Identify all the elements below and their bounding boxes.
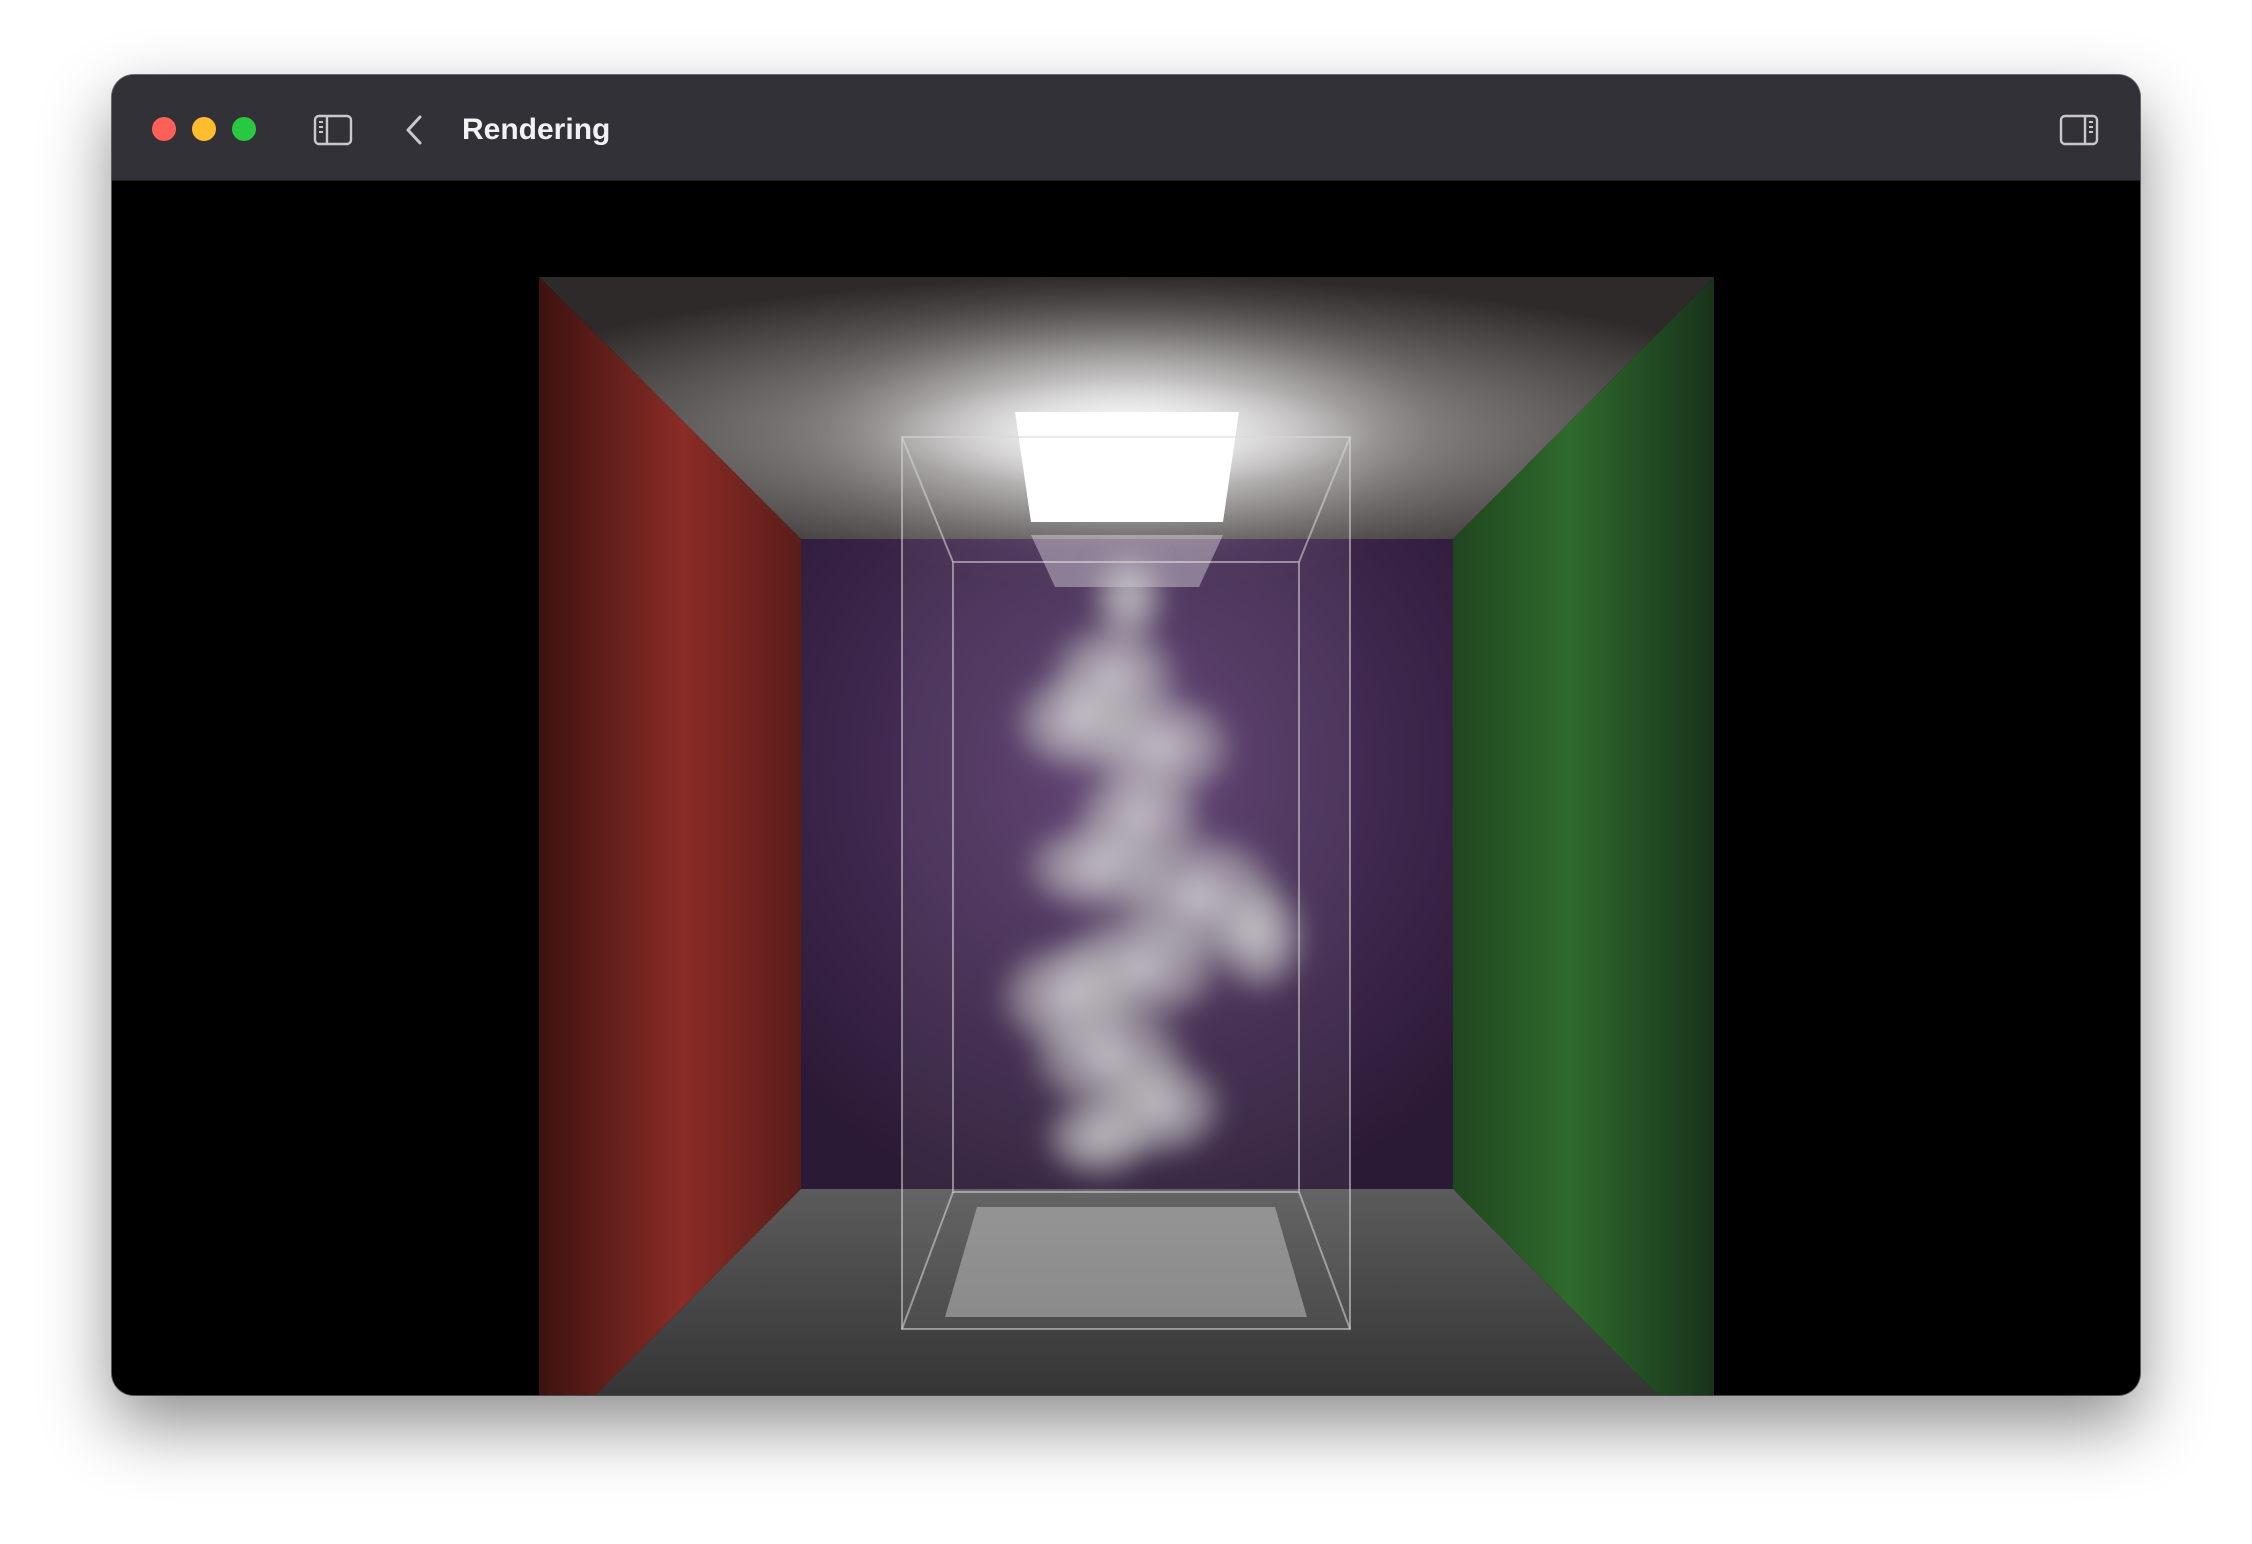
app-window: Rendering <box>112 75 2140 1395</box>
window-title: Rendering <box>462 113 611 146</box>
chevron-left-icon[interactable] <box>400 109 430 151</box>
sidebar-right-icon[interactable] <box>2058 109 2100 151</box>
close-button[interactable] <box>152 117 176 141</box>
sidebar-left-icon[interactable] <box>312 109 354 151</box>
cornell-box-render <box>539 277 1714 1395</box>
render-viewport <box>112 181 2140 1395</box>
title-bar[interactable]: Rendering <box>112 75 2140 181</box>
minimize-button[interactable] <box>192 117 216 141</box>
glass-floor-highlight <box>945 1207 1307 1317</box>
zoom-button[interactable] <box>232 117 256 141</box>
